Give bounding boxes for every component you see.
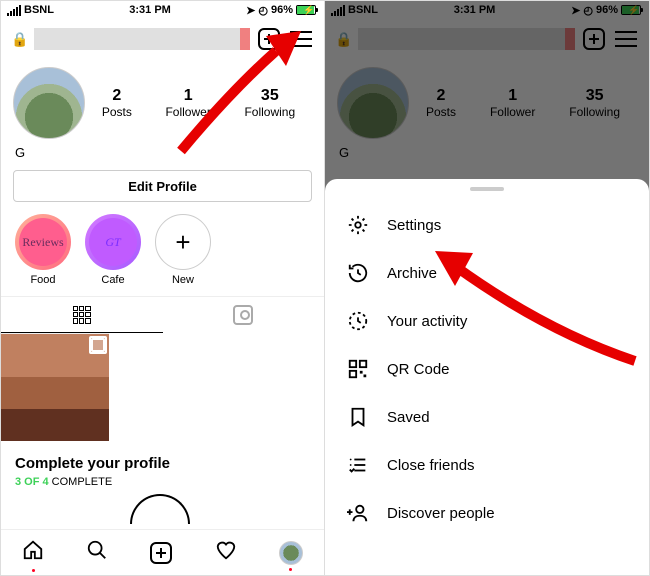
home-icon xyxy=(22,539,44,561)
carrier-label: BSNL xyxy=(24,4,54,16)
complete-profile-title: Complete your profile xyxy=(1,441,324,476)
grid-icon xyxy=(73,306,91,324)
complete-profile-progress: 3 OF 4 COMPLETE xyxy=(1,476,324,494)
menu-saved[interactable]: Saved xyxy=(325,393,649,441)
archive-icon xyxy=(347,262,369,284)
profile-avatar[interactable] xyxy=(13,67,85,139)
tagged-icon xyxy=(233,305,253,325)
sheet-handle[interactable] xyxy=(470,187,504,191)
tagged-tab[interactable] xyxy=(163,297,325,333)
annotation-arrow-archive xyxy=(425,241,645,371)
highlight-cafe[interactable]: GTCafe xyxy=(85,214,141,286)
signal-icon xyxy=(7,5,21,16)
battery-pct: 96% xyxy=(271,4,293,16)
search-icon xyxy=(86,539,108,561)
create-tab[interactable] xyxy=(150,542,172,564)
battery-icon: ⚡ xyxy=(296,5,316,15)
alarm-icon: ◴ xyxy=(258,4,268,17)
clock: 3:31 PM xyxy=(129,4,171,16)
activity-icon xyxy=(347,310,369,332)
annotation-arrow-menu xyxy=(171,31,311,161)
home-tab[interactable] xyxy=(22,539,44,566)
qr-icon xyxy=(347,358,369,380)
menu-sheet-screen: BSNL 3:31 PM ➤ ◴ 96% ⚡ 🔒 2Posts 1Followe… xyxy=(325,1,649,575)
lock-icon: 🔒 xyxy=(11,31,28,48)
location-icon: ➤ xyxy=(246,4,255,17)
plus-icon xyxy=(150,542,172,564)
gear-icon xyxy=(347,214,369,236)
search-tab[interactable] xyxy=(86,539,108,566)
bottom-nav xyxy=(1,529,324,575)
bookmark-icon xyxy=(347,406,369,428)
list-icon xyxy=(347,454,369,476)
avatar-icon xyxy=(279,541,303,565)
add-person-icon xyxy=(347,502,369,524)
progress-ring-partial xyxy=(130,494,190,524)
carousel-icon xyxy=(91,338,105,352)
heart-icon xyxy=(215,539,237,561)
highlight-food[interactable]: ReviewsFood xyxy=(15,214,71,286)
menu-sheet: Settings Archive Your activity QR Code S… xyxy=(325,179,649,575)
grid-tab[interactable] xyxy=(1,297,163,333)
activity-tab[interactable] xyxy=(215,539,237,566)
status-bar: BSNL 3:31 PM ➤ ◴ 96% ⚡ xyxy=(1,1,324,19)
menu-close-friends[interactable]: Close friends xyxy=(325,441,649,489)
profile-screen: BSNL 3:31 PM ➤ ◴ 96% ⚡ 🔒 2Posts 1Followe… xyxy=(1,1,325,575)
edit-profile-button[interactable]: Edit Profile xyxy=(13,170,312,202)
posts-stat[interactable]: 2Posts xyxy=(102,87,132,119)
highlight-new[interactable]: +New xyxy=(155,214,211,286)
profile-tab[interactable] xyxy=(279,541,303,565)
post-thumbnail[interactable] xyxy=(1,333,109,441)
menu-discover[interactable]: Discover people xyxy=(325,489,649,537)
